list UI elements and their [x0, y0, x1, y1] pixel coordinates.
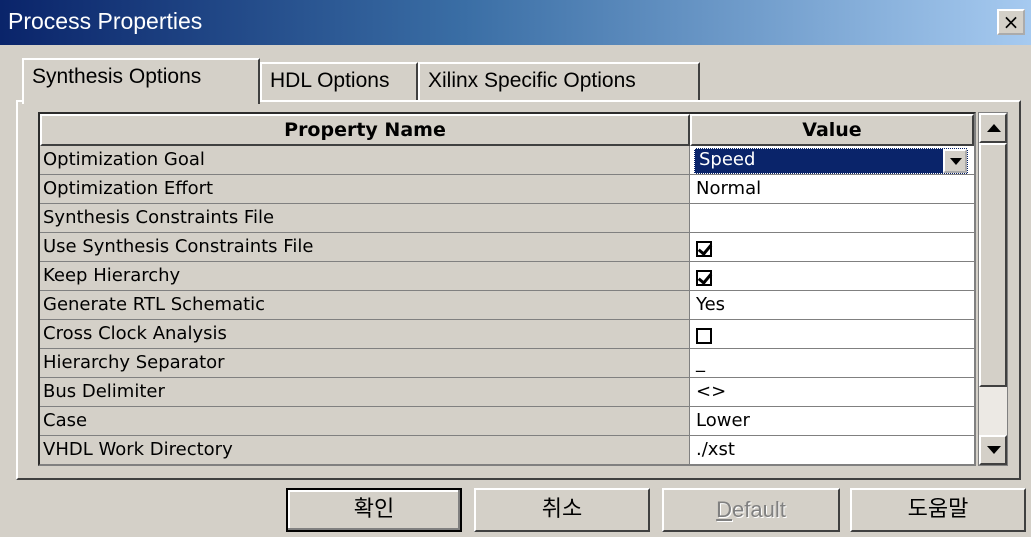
property-value-cell[interactable]: Yes	[690, 291, 974, 320]
checkbox[interactable]	[696, 241, 712, 257]
optimization-goal-dropdown[interactable]: Speed	[694, 148, 968, 174]
property-value-cell[interactable]: ./xst	[690, 436, 974, 464]
cancel-button[interactable]: 취소	[474, 488, 650, 532]
chevron-down-icon[interactable]	[943, 149, 967, 173]
property-name-cell: Optimization Goal	[40, 146, 690, 175]
property-name-cell: Cross Clock Analysis	[40, 320, 690, 349]
property-name-cell: Optimization Effort	[40, 175, 690, 204]
property-row[interactable]: Generate RTL Schematic Yes	[40, 291, 974, 320]
ok-button[interactable]: 확인	[286, 488, 462, 532]
property-value-dropdown-cell[interactable]: Speed	[690, 146, 974, 175]
scroll-down-button[interactable]	[979, 435, 1007, 465]
default-mnemonic: D	[716, 497, 733, 522]
property-name-cell: Use Synthesis Constraints File	[40, 233, 690, 262]
property-value-cell[interactable]	[690, 204, 974, 233]
property-name-cell: Hierarchy Separator	[40, 349, 690, 378]
property-name-cell: Keep Hierarchy	[40, 262, 690, 291]
property-row[interactable]: VHDL Work Directory ./xst	[40, 436, 974, 464]
scroll-up-button[interactable]	[979, 113, 1007, 143]
checkbox[interactable]	[696, 270, 712, 286]
property-value-cell[interactable]: Normal	[690, 175, 974, 204]
column-header-property-name[interactable]: Property Name	[40, 114, 690, 146]
property-name-cell: Synthesis Constraints File	[40, 204, 690, 233]
window-title: Process Properties	[8, 8, 203, 34]
property-name-cell: Bus Delimiter	[40, 378, 690, 407]
default-label-rest: efault	[732, 497, 786, 522]
property-row[interactable]: Hierarchy Separator _	[40, 349, 974, 378]
property-grid: Property Name Value Optimization Goal Spe…	[38, 112, 976, 466]
property-row[interactable]: Case Lower	[40, 407, 974, 436]
property-value-checkbox-cell[interactable]	[690, 320, 974, 349]
property-value-cell[interactable]: <>	[690, 378, 974, 407]
vertical-scrollbar[interactable]	[978, 112, 1008, 466]
property-name-cell: VHDL Work Directory	[40, 436, 690, 464]
help-button[interactable]: 도움말	[850, 488, 1026, 532]
property-row[interactable]: Optimization Goal Speed	[40, 146, 974, 175]
default-button: Default	[662, 488, 840, 532]
property-name-cell: Generate RTL Schematic	[40, 291, 690, 320]
property-row[interactable]: Keep Hierarchy	[40, 262, 974, 291]
property-value-checkbox-cell[interactable]	[690, 262, 974, 291]
property-row[interactable]: Cross Clock Analysis	[40, 320, 974, 349]
property-row[interactable]: Use Synthesis Constraints File	[40, 233, 974, 262]
property-value-checkbox-cell[interactable]	[690, 233, 974, 262]
property-name-cell: Case	[40, 407, 690, 436]
checkbox[interactable]	[696, 328, 712, 344]
scroll-thumb[interactable]	[979, 143, 1007, 387]
property-row[interactable]: Synthesis Constraints File	[40, 204, 974, 233]
property-row[interactable]: Optimization Effort Normal	[40, 175, 974, 204]
property-value-cell[interactable]: Lower	[690, 407, 974, 436]
property-value-cell[interactable]: _	[690, 349, 974, 378]
tab-synthesis-options[interactable]: Synthesis Options	[22, 58, 260, 104]
title-bar: Process Properties ×	[0, 0, 1031, 45]
tab-xilinx-specific-options[interactable]: Xilinx Specific Options	[418, 62, 700, 100]
tab-hdl-options[interactable]: HDL Options	[260, 62, 418, 100]
close-button[interactable]: ×	[997, 9, 1025, 35]
column-header-value[interactable]: Value	[690, 114, 974, 146]
dropdown-selected-value: Speed	[699, 149, 756, 170]
close-icon: ×	[1002, 10, 1020, 34]
property-row[interactable]: Bus Delimiter <>	[40, 378, 974, 407]
